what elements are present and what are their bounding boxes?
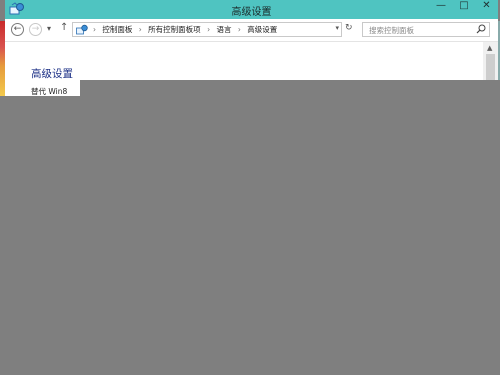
breadcrumb-separator: ›	[207, 25, 211, 34]
up-button[interactable]: ↑	[60, 22, 68, 33]
breadcrumb-all-items[interactable]: 所有控制面板项	[148, 25, 201, 34]
minimize-button[interactable]: —	[431, 0, 451, 14]
address-bar[interactable]: › 控制面板 › 所有控制面板项 › 语言 › 高级设置 ▾	[72, 22, 342, 37]
control-panel-icon	[76, 24, 88, 35]
navigation-bar: ← → ▾ ↑ › 控制面板 › 所有控制面板项 › 语言 › 高级设置 ▾ ↻…	[5, 19, 498, 42]
page-title: 高级设置	[31, 68, 73, 80]
breadcrumb-language[interactable]: 语言	[216, 25, 231, 34]
gray-overlay-top	[80, 80, 500, 96]
breadcrumb-advanced-settings[interactable]: 高级设置	[247, 25, 277, 34]
search-icon[interactable]	[476, 24, 486, 34]
title-bar[interactable]: 高级设置 — □ ✕	[5, 0, 498, 19]
back-button[interactable]: ←	[11, 23, 24, 36]
address-dropdown-button[interactable]: ▾	[335, 24, 339, 32]
breadcrumb-separator: ›	[237, 25, 241, 34]
recent-locations-button[interactable]: ▾	[47, 24, 51, 33]
search-placeholder: 搜索控制面板	[369, 26, 414, 35]
search-box[interactable]: 搜索控制面板	[362, 22, 490, 37]
breadcrumb-control-panel[interactable]: 控制面板	[102, 25, 132, 34]
screen: 高级设置 — □ ✕ ← → ▾ ↑ › 控制面板 › 所有控制面板项 › 语言…	[0, 0, 500, 375]
maximize-button[interactable]: □	[454, 0, 474, 14]
refresh-button[interactable]: ↻	[345, 23, 353, 33]
close-button[interactable]: ✕	[475, 0, 498, 14]
breadcrumb: › 控制面板 › 所有控制面板项 › 语言 › 高级设置	[89, 24, 277, 35]
window-title: 高级设置	[231, 7, 272, 18]
scroll-up-icon[interactable]: ▲	[487, 44, 492, 52]
breadcrumb-separator: ›	[138, 25, 142, 34]
forward-button[interactable]: →	[29, 23, 42, 36]
gray-overlay	[0, 96, 500, 375]
breadcrumb-separator: ›	[93, 25, 96, 34]
